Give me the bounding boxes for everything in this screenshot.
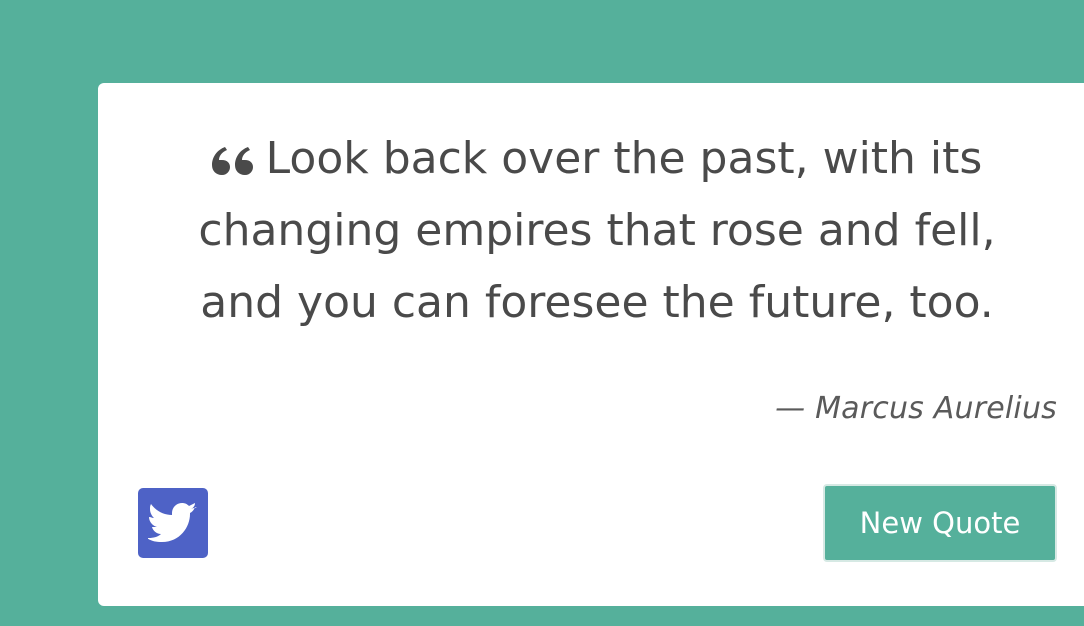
quote-text: Look back over the past, with its changi… bbox=[198, 133, 996, 328]
new-quote-button[interactable]: New Quote bbox=[823, 484, 1057, 562]
quote-left-icon bbox=[211, 145, 254, 175]
quote-author: — Marcus Aurelius bbox=[775, 391, 1057, 426]
quote-text-block: Look back over the past, with its changi… bbox=[158, 123, 1036, 339]
tweet-button[interactable] bbox=[138, 488, 208, 558]
twitter-bird-icon bbox=[148, 503, 197, 542]
quote-card: Look back over the past, with its changi… bbox=[98, 83, 1084, 606]
